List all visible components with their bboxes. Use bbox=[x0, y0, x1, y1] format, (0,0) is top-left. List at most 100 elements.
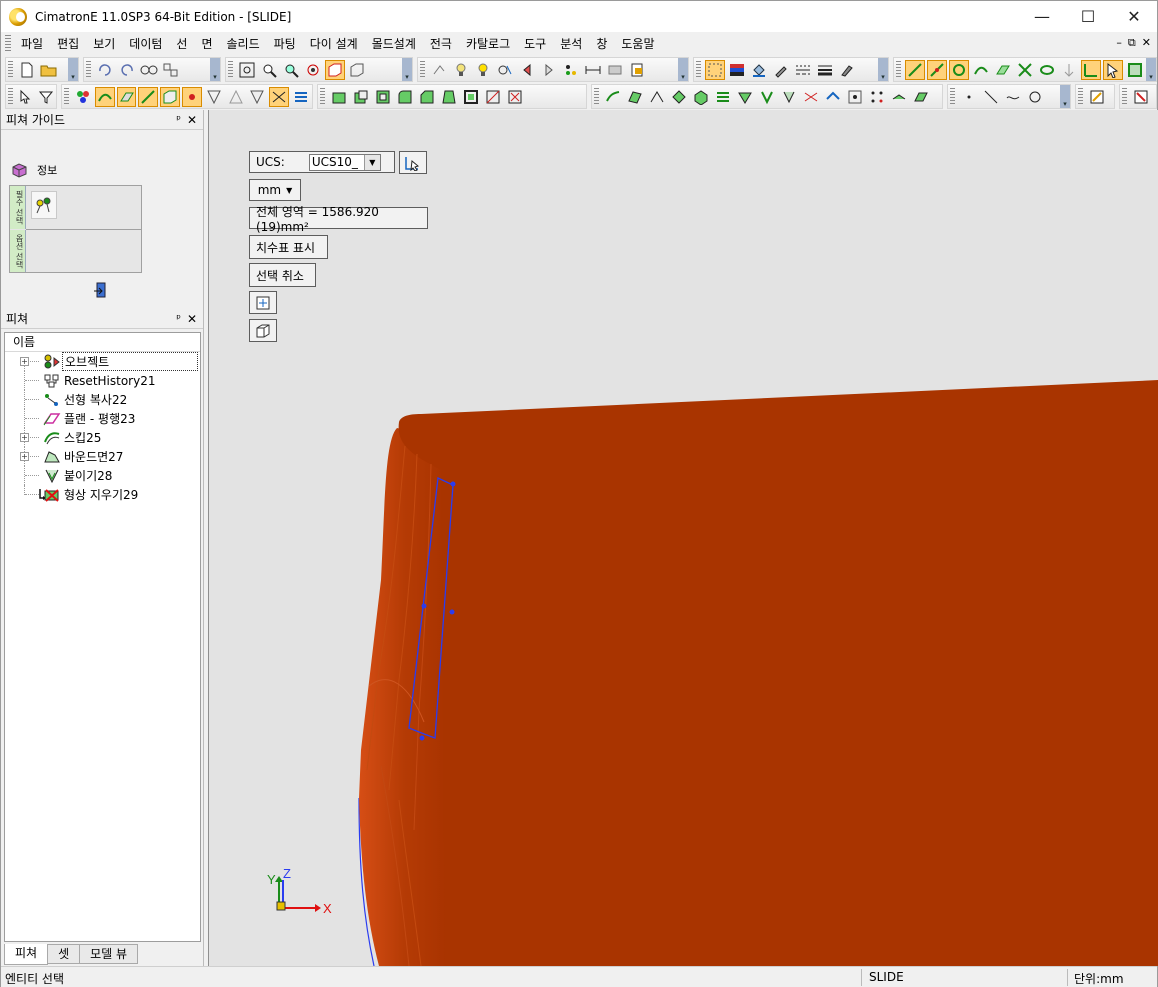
info-row[interactable]: 정보 bbox=[11, 162, 57, 178]
toolbar-grip-icon[interactable] bbox=[950, 87, 955, 106]
menu-window[interactable]: 창 bbox=[589, 34, 614, 54]
menu-view[interactable]: 보기 bbox=[86, 34, 122, 54]
remove-solid-icon[interactable] bbox=[373, 87, 393, 107]
tree-row-delete-shape[interactable]: 형상 지우기29 bbox=[5, 485, 200, 504]
line-tool-icon[interactable] bbox=[981, 87, 1001, 107]
toolbar-overflow-icon[interactable]: ▾ bbox=[1146, 58, 1156, 81]
graphics-viewport[interactable]: UCS: UCS10_ ▼ mm ▼ 전체 영역 = 1586.920 (19)… bbox=[208, 110, 1158, 966]
brush-icon[interactable] bbox=[837, 60, 857, 80]
color-grid-icon[interactable] bbox=[727, 60, 747, 80]
tree-column-header[interactable]: 이름 bbox=[5, 333, 200, 352]
snap-direction-icon[interactable] bbox=[1059, 60, 1079, 80]
tree-row-object[interactable]: + 오브젝트 bbox=[5, 352, 200, 371]
extrude-surface-icon[interactable] bbox=[603, 87, 623, 107]
unit-dropdown[interactable]: mm ▼ bbox=[249, 179, 301, 201]
draft-icon[interactable] bbox=[439, 87, 459, 107]
toolbar-grip-icon[interactable] bbox=[228, 60, 233, 79]
measure-icon[interactable] bbox=[583, 60, 603, 80]
open-folder-icon[interactable] bbox=[39, 60, 59, 80]
snap-endpoint-icon[interactable] bbox=[905, 59, 925, 80]
plot-icon[interactable] bbox=[1131, 87, 1151, 107]
filter-select-icon[interactable] bbox=[705, 59, 725, 80]
filter-all-icon[interactable] bbox=[73, 87, 93, 107]
toolbar-grip-icon[interactable] bbox=[8, 60, 13, 79]
select-box-icon[interactable] bbox=[1125, 60, 1145, 80]
filter-curve-icon[interactable] bbox=[94, 86, 115, 107]
toolbar-grip-icon[interactable] bbox=[896, 60, 901, 79]
zoom-dynamic-icon[interactable] bbox=[281, 60, 301, 80]
expand-toggle-icon[interactable]: + bbox=[20, 357, 29, 366]
snap-axis-icon[interactable] bbox=[1081, 59, 1101, 80]
toolbar-grip-icon[interactable] bbox=[86, 60, 91, 79]
circle-tool-icon[interactable] bbox=[1025, 87, 1045, 107]
split-icon[interactable] bbox=[483, 87, 503, 107]
menu-file[interactable]: 파일 bbox=[14, 34, 50, 54]
delete-faces-icon[interactable] bbox=[505, 87, 525, 107]
snap-tangent-icon[interactable] bbox=[971, 60, 991, 80]
toolbar-grip-icon[interactable] bbox=[1122, 87, 1127, 106]
chamfer-icon[interactable] bbox=[417, 87, 437, 107]
trim-surface-icon[interactable] bbox=[713, 87, 733, 107]
pin-icon[interactable]: ᵖ bbox=[176, 113, 181, 126]
toolbar-grip-icon[interactable] bbox=[1078, 87, 1083, 106]
zoom-window-icon[interactable] bbox=[259, 60, 279, 80]
light-bulb-yellow-icon[interactable] bbox=[473, 60, 493, 80]
snap-free-icon[interactable] bbox=[1037, 60, 1057, 80]
tree-row-skip[interactable]: + 스킵25 bbox=[5, 428, 200, 447]
snap-center-icon[interactable] bbox=[949, 59, 969, 80]
filter-list-icon[interactable] bbox=[291, 87, 311, 107]
rotate-view-icon[interactable] bbox=[303, 60, 323, 80]
stitch-icon[interactable] bbox=[757, 87, 777, 107]
pick-view-icon[interactable] bbox=[495, 60, 515, 80]
ucs-pick-button[interactable] bbox=[399, 151, 427, 174]
spline-tool-icon[interactable] bbox=[1003, 87, 1023, 107]
menu-die-design[interactable]: 다이 설계 bbox=[303, 34, 365, 54]
offset-surface-icon[interactable] bbox=[691, 87, 711, 107]
eyedropper-icon[interactable] bbox=[771, 60, 791, 80]
sweep-surface-icon[interactable] bbox=[625, 87, 645, 107]
maximize-button[interactable]: ☐ bbox=[1065, 1, 1111, 32]
menu-solid[interactable]: 솔리드 bbox=[220, 34, 267, 54]
toolbar-grip-icon[interactable] bbox=[594, 87, 599, 106]
toolbar-overflow-icon[interactable]: ▾ bbox=[402, 58, 412, 81]
wrap-icon[interactable] bbox=[911, 87, 931, 107]
filter-sketch-icon[interactable] bbox=[226, 87, 246, 107]
toolbar-grip-icon[interactable] bbox=[320, 87, 325, 106]
line-width-icon[interactable] bbox=[815, 60, 835, 80]
tab-features[interactable]: 피쳐 bbox=[4, 944, 49, 965]
align-icon[interactable] bbox=[845, 87, 865, 107]
paint-bucket-icon[interactable] bbox=[749, 60, 769, 80]
mdi-close-button[interactable]: ✕ bbox=[1142, 36, 1151, 50]
blend-surface-icon[interactable] bbox=[669, 87, 689, 107]
show-hide-icon[interactable] bbox=[561, 60, 581, 80]
tree-row-reset-history[interactable]: ResetHistory21 bbox=[5, 371, 200, 390]
new-solid-icon[interactable] bbox=[329, 87, 349, 107]
menu-face[interactable]: 면 bbox=[194, 34, 219, 54]
close-button[interactable]: ✕ bbox=[1111, 1, 1157, 32]
features-close-button[interactable]: ✕ bbox=[187, 312, 197, 326]
menu-catalog[interactable]: 카탈로그 bbox=[459, 34, 517, 54]
view-direction-icon[interactable] bbox=[429, 60, 449, 80]
toolbar-grip-icon[interactable] bbox=[64, 87, 69, 106]
tree-row-linear-copy[interactable]: 선형 복사22 bbox=[5, 390, 200, 409]
menu-analysis[interactable]: 분석 bbox=[553, 34, 589, 54]
light-bulb-icon[interactable] bbox=[451, 60, 471, 80]
tree-row-plane-parallel[interactable]: 플랜 - 평행23 bbox=[5, 409, 200, 428]
guide-step-pick-icon[interactable] bbox=[31, 191, 57, 219]
guide-tab-required[interactable]: 필수 선택 bbox=[10, 186, 26, 229]
extend-surface-icon[interactable] bbox=[823, 87, 843, 107]
model-render[interactable] bbox=[209, 110, 1158, 966]
exit-door-icon[interactable] bbox=[93, 282, 109, 300]
pin-icon[interactable]: ᵖ bbox=[176, 312, 181, 325]
filter-edge-icon[interactable] bbox=[138, 86, 159, 107]
pointer-select-icon[interactable] bbox=[1103, 59, 1123, 80]
section-icon[interactable] bbox=[605, 60, 625, 80]
mdi-restore-button[interactable]: ⧉ bbox=[1128, 36, 1136, 50]
filter-point-icon[interactable] bbox=[182, 86, 202, 107]
new-file-icon[interactable] bbox=[17, 60, 37, 80]
line-style-icon[interactable] bbox=[793, 60, 813, 80]
menu-tools[interactable]: 도구 bbox=[517, 34, 553, 54]
toolbar-overflow-icon[interactable]: ▾ bbox=[878, 58, 888, 81]
split-cut-icon[interactable] bbox=[801, 87, 821, 107]
menubar-grip-icon[interactable] bbox=[5, 35, 11, 53]
